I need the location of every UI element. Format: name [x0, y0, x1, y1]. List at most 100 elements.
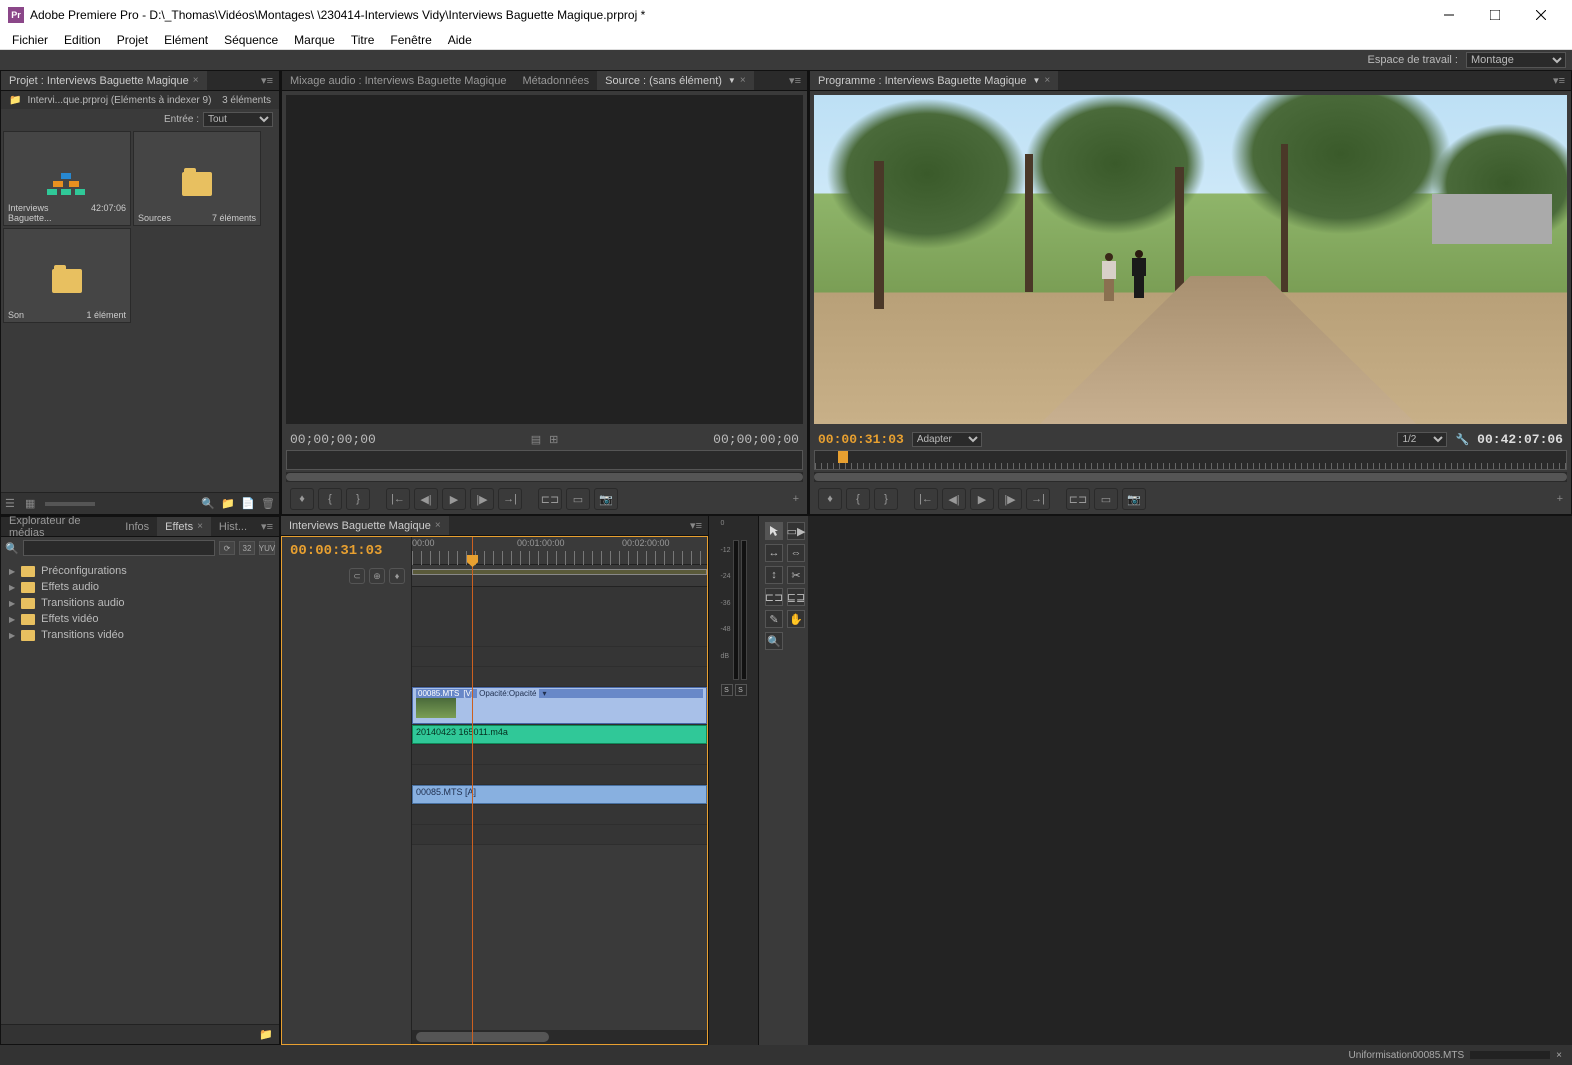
track-a1[interactable]: 20140423 165011.m4a: [412, 725, 707, 744]
source-tc-out[interactable]: 00;00;00;00: [713, 432, 799, 447]
timeline-work-area[interactable]: [412, 565, 707, 587]
tab-effects[interactable]: Effets×: [157, 517, 211, 536]
step-back-button[interactable]: ◀|: [414, 488, 438, 510]
tab-media-browser[interactable]: Explorateur de médias: [1, 517, 117, 536]
tab-history[interactable]: Hist...: [211, 517, 255, 536]
track-a3[interactable]: [412, 765, 707, 784]
close-icon[interactable]: ×: [1044, 75, 1050, 86]
source-video-area[interactable]: [286, 95, 803, 424]
clip-a1[interactable]: 20140423 165011.m4a: [412, 725, 707, 744]
timeline-playhead-tc[interactable]: 00:00:31:03: [290, 543, 382, 559]
clip-a4[interactable]: 00085.MTS [A]: [412, 785, 707, 804]
fx-yuv-badge[interactable]: YUV: [259, 541, 275, 555]
selection-tool[interactable]: [765, 522, 783, 540]
sync-lock-button[interactable]: ⊕: [369, 568, 385, 584]
program-video-area[interactable]: [814, 95, 1567, 424]
insert-button[interactable]: ⊏⊐: [538, 488, 562, 510]
mark-out-button[interactable]: }: [346, 488, 370, 510]
solo-left-button[interactable]: S: [721, 684, 733, 696]
track-v1[interactable]: 00085.MTS[V] Opacité:Opacité▾: [412, 687, 707, 724]
slide-tool[interactable]: ⊑⊒: [787, 588, 805, 606]
fx-folder-video-trans[interactable]: ▶Transitions vidéo: [5, 627, 275, 643]
bin-item-sequence[interactable]: Interviews Baguette...42:07:06: [3, 131, 131, 226]
solo-right-button[interactable]: S: [735, 684, 747, 696]
snap-button[interactable]: ⊂: [349, 568, 365, 584]
export-frame-button[interactable]: 📷: [1122, 488, 1146, 510]
add-button[interactable]: +: [793, 493, 799, 505]
clip-v1[interactable]: 00085.MTS[V] Opacité:Opacité▾: [412, 687, 707, 724]
tab-infos[interactable]: Infos: [117, 517, 157, 536]
fx-32bit-badge[interactable]: 32: [239, 541, 255, 555]
mark-out-button[interactable]: }: [874, 488, 898, 510]
window-close-button[interactable]: [1518, 0, 1564, 30]
marker-button[interactable]: ♦: [818, 488, 842, 510]
tab-project[interactable]: Projet : Interviews Baguette Magique×: [1, 71, 207, 90]
fx-folder-audio-fx[interactable]: ▶Effets audio: [5, 579, 275, 595]
find-icon[interactable]: 🔍: [201, 497, 215, 511]
program-zoom-select[interactable]: 1/2: [1397, 432, 1447, 447]
tab-program[interactable]: Programme : Interviews Baguette Magique▼…: [810, 71, 1058, 90]
tab-source[interactable]: Source : (sans élément)▼×: [597, 71, 754, 90]
track-v3[interactable]: [412, 647, 707, 666]
menu-edition[interactable]: Edition: [56, 33, 109, 47]
track-a5[interactable]: [412, 805, 707, 824]
menu-fichier[interactable]: Fichier: [4, 33, 56, 47]
goto-out-button[interactable]: →|: [1026, 488, 1050, 510]
tab-metadata[interactable]: Métadonnées: [514, 71, 597, 90]
play-button[interactable]: ▶: [442, 488, 466, 510]
program-scrubber[interactable]: [814, 450, 1567, 470]
overwrite-button[interactable]: ▭: [566, 488, 590, 510]
fx-folder-audio-trans[interactable]: ▶Transitions audio: [5, 595, 275, 611]
program-tc-duration[interactable]: 00:42:07:06: [1477, 432, 1563, 447]
step-fwd-button[interactable]: |▶: [998, 488, 1022, 510]
mark-in-button[interactable]: {: [318, 488, 342, 510]
panel-menu-button[interactable]: ▾≡: [783, 74, 807, 87]
fx-accel-badge[interactable]: ⟳: [219, 541, 235, 555]
play-button[interactable]: ▶: [970, 488, 994, 510]
menu-element[interactable]: Elément: [156, 33, 216, 47]
delete-icon[interactable]: 🗑: [261, 497, 275, 511]
track-a2[interactable]: [412, 745, 707, 764]
zoom-tool[interactable]: 🔍: [765, 632, 783, 650]
step-fwd-button[interactable]: |▶: [470, 488, 494, 510]
fx-folder-video-fx[interactable]: ▶Effets vidéo: [5, 611, 275, 627]
extract-button[interactable]: ▭: [1094, 488, 1118, 510]
program-tc-current[interactable]: 00:00:31:03: [818, 432, 904, 447]
step-back-button[interactable]: ◀|: [942, 488, 966, 510]
goto-out-button[interactable]: →|: [498, 488, 522, 510]
menu-titre[interactable]: Titre: [343, 33, 383, 47]
window-minimize-button[interactable]: [1426, 0, 1472, 30]
slip-tool[interactable]: ⊏⊐: [765, 588, 783, 606]
status-close-icon[interactable]: ×: [1556, 1050, 1562, 1061]
marker-button[interactable]: ♦: [389, 568, 405, 584]
close-icon[interactable]: ×: [197, 521, 203, 532]
razor-tool[interactable]: ✂: [787, 566, 805, 584]
settings-icon[interactable]: ▤: [531, 433, 541, 446]
track-a4[interactable]: 00085.MTS [A]: [412, 785, 707, 804]
timeline-hscroll[interactable]: [412, 1030, 707, 1044]
new-item-icon[interactable]: 📄: [241, 497, 255, 511]
close-icon[interactable]: ×: [435, 520, 441, 531]
close-icon[interactable]: ×: [193, 75, 199, 86]
source-scrubber[interactable]: [286, 450, 803, 470]
menu-projet[interactable]: Projet: [109, 33, 156, 47]
workspace-select[interactable]: Montage: [1466, 52, 1566, 68]
menu-marque[interactable]: Marque: [286, 33, 343, 47]
menu-sequence[interactable]: Séquence: [216, 33, 286, 47]
hand-tool[interactable]: ✋: [787, 610, 805, 628]
goto-in-button[interactable]: |←: [914, 488, 938, 510]
ripple-edit-tool[interactable]: ↔: [765, 544, 783, 562]
source-zoom-bar[interactable]: [286, 472, 803, 482]
fx-folder-presets[interactable]: ▶Préconfigurations: [5, 563, 275, 579]
bin-item-son[interactable]: Son1 élément: [3, 228, 131, 323]
menu-aide[interactable]: Aide: [440, 33, 480, 47]
mark-in-button[interactable]: {: [846, 488, 870, 510]
rolling-edit-tool[interactable]: ⇔: [787, 544, 805, 562]
panel-menu-button[interactable]: ▾≡: [684, 519, 708, 532]
tab-audio-mixer[interactable]: Mixage audio : Interviews Baguette Magiq…: [282, 71, 514, 90]
effects-search-input[interactable]: [23, 540, 215, 556]
new-bin-icon[interactable]: 📁: [259, 1028, 273, 1041]
bin-item-sources[interactable]: Sources7 éléments: [133, 131, 261, 226]
view-icon[interactable]: ⊞: [549, 433, 558, 446]
program-fit-select[interactable]: Adapter: [912, 432, 982, 447]
